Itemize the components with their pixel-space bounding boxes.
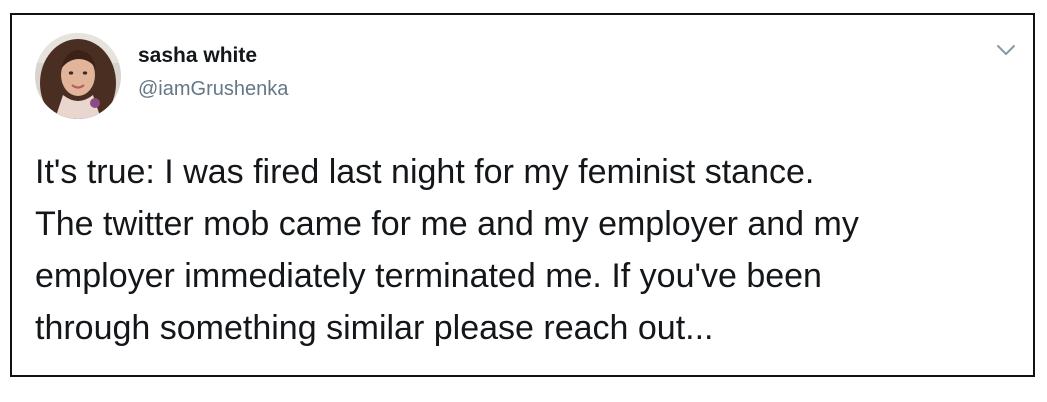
tweet-menu-button[interactable] <box>994 39 1018 61</box>
chevron-down-icon <box>997 45 1015 55</box>
tweet-text-line: It's true: I was fired last night for my… <box>35 153 815 191</box>
tweet-text-line: employer immediately terminated me. If y… <box>35 257 822 295</box>
tweet-text-line: The twitter mob came for me and my emplo… <box>35 205 859 243</box>
avatar-photo <box>35 33 121 119</box>
tweet-text: It's true: I was fired last night for my… <box>35 146 1025 354</box>
tweet-card: sasha white @iamGrushenka It's true: I w… <box>10 13 1035 377</box>
tweet-text-line: through something similar please reach o… <box>35 309 714 347</box>
author-avatar[interactable] <box>35 33 121 119</box>
author-display-name[interactable]: sasha white <box>138 42 257 70</box>
author-handle[interactable]: @iamGrushenka <box>138 76 288 102</box>
